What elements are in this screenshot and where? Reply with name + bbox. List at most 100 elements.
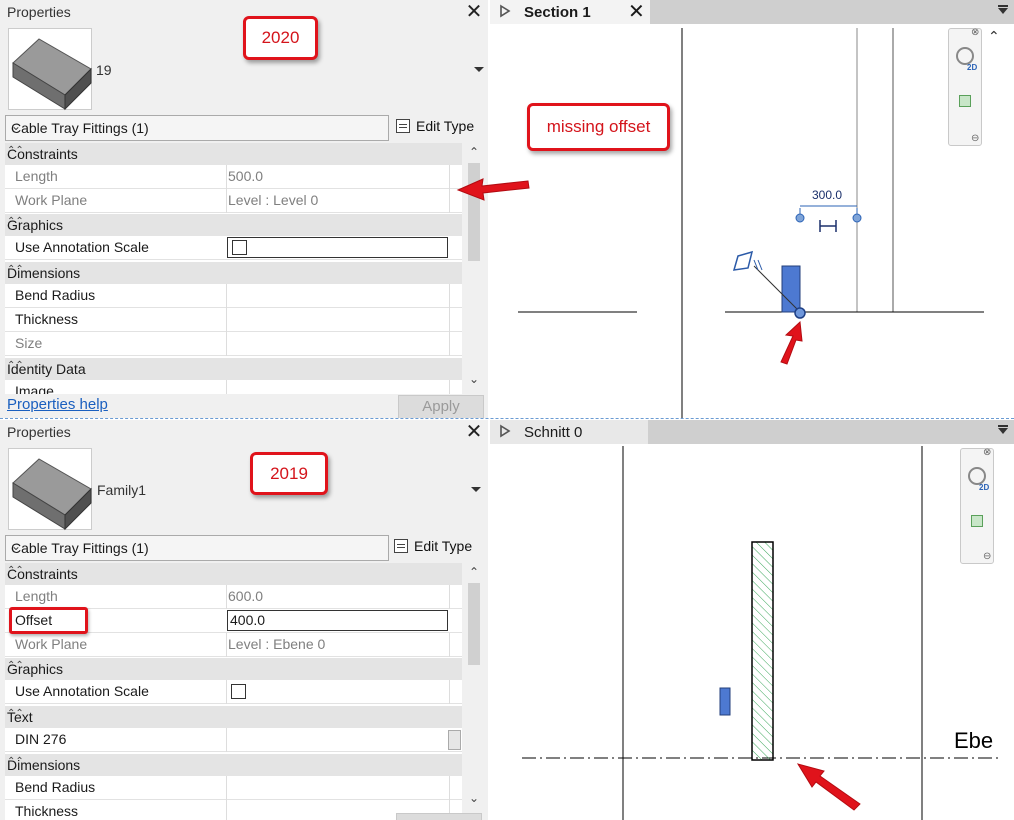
scroll-up-icon[interactable]: ⌃ [466, 145, 482, 159]
param-row-work-plane[interactable]: Work Plane Level : Ebene 0 [5, 633, 462, 657]
collapse-icon[interactable]: ⌃⌃ [7, 360, 458, 371]
version-callout-2020: 2020 [243, 16, 318, 60]
zoom-icon[interactable] [971, 515, 983, 527]
category-graphics[interactable]: Graphics ⌃⌃ [5, 658, 462, 680]
view-2d-label: 2D [979, 483, 990, 492]
view-scrollbar[interactable]: ⌃ [986, 28, 1000, 418]
chevron-down-icon[interactable] [474, 67, 484, 72]
close-icon[interactable]: ✕ [628, 0, 645, 24]
chevron-down-icon: ⌄ [11, 539, 22, 553]
scroll-thumb[interactable] [468, 583, 480, 665]
chevron-down-icon[interactable] [471, 487, 481, 492]
param-row-bend-radius[interactable]: Bend Radius [5, 284, 462, 308]
scroll-down-icon[interactable]: ⌄ [466, 372, 482, 386]
collapse-icon[interactable]: ⌃⌃ [7, 708, 458, 719]
param-row-size[interactable]: Size [5, 332, 462, 356]
properties-grid: Constraints ⌃⌃ Length 600.0 Offset 400.0… [5, 563, 462, 820]
tab-label: Section 1 [524, 4, 591, 21]
navigation-bar: ⊗ 2D ⊖ [960, 447, 994, 564]
dimension-value: 300.0 [812, 188, 843, 202]
section-view-icon [500, 4, 511, 18]
din-276-browse-button[interactable] [448, 730, 461, 750]
view-tab-bar: Schnitt 0 [490, 420, 1014, 444]
param-row-work-plane[interactable]: Work Plane Level : Level 0 [5, 189, 462, 213]
properties-scrollbar[interactable]: ⌃ ⌄ [466, 563, 482, 808]
param-label: Work Plane [15, 636, 88, 652]
param-label: Use Annotation Scale [15, 683, 149, 699]
param-row-thickness[interactable]: Thickness [5, 308, 462, 332]
param-label: Length [15, 168, 58, 184]
param-row-image[interactable]: Image [5, 380, 462, 394]
apply-button[interactable]: Apply [398, 395, 484, 418]
category-constraints[interactable]: Constraints ⌃⌃ [5, 143, 462, 165]
family-thumbnail [8, 448, 92, 531]
callout-text: missing offset [546, 117, 651, 136]
collapse-icon[interactable]: ⌃⌃ [7, 145, 458, 156]
param-row-thickness[interactable]: Thickness [5, 800, 462, 820]
tab-menu-icon[interactable] [998, 5, 1008, 14]
param-row-din-276[interactable]: DIN 276 [5, 728, 462, 752]
family-name: 19 [96, 62, 112, 78]
type-selector[interactable]: Cable Tray Fittings (1) ⌄ [5, 535, 389, 561]
version-callout-2019: 2019 [250, 452, 328, 495]
expand-icon[interactable]: ⊖ [983, 551, 991, 562]
missing-offset-arrow [456, 178, 530, 201]
properties-help-link[interactable]: Properties help [7, 396, 108, 413]
properties-panel-2020: Properties ✕ 19 Cable Tray Fittings (1) … [0, 0, 488, 418]
collapse-icon[interactable]: ⌃⌃ [7, 660, 458, 671]
type-selector[interactable]: Cable Tray Fittings (1) ⌄ [5, 115, 389, 141]
category-dimensions[interactable]: Dimensions ⌃⌃ [5, 754, 462, 776]
tab-schnitt-0[interactable]: Schnitt 0 [490, 420, 648, 444]
edit-type-label: Edit Type [414, 538, 473, 554]
collapse-icon[interactable]: ⌃⌃ [7, 756, 458, 767]
collapse-icon[interactable]: ⌃⌃ [7, 565, 458, 576]
param-label: Image [15, 383, 54, 394]
callout-text: 2020 [261, 28, 300, 47]
tab-section-1[interactable]: Section 1 ✕ [490, 0, 650, 24]
zoom-icon[interactable] [959, 95, 971, 107]
collapse-icon[interactable]: ⌃⌃ [7, 264, 458, 275]
schnitt-0-view[interactable]: Ebe ⊗ 2D ⊖ [490, 446, 1014, 820]
tab-menu-icon[interactable] [998, 425, 1008, 434]
param-label: Thickness [15, 803, 79, 819]
category-dimensions[interactable]: Dimensions ⌃⌃ [5, 262, 462, 284]
param-row-length[interactable]: Length 600.0 [5, 585, 462, 609]
param-label: DIN 276 [15, 731, 67, 747]
expand-icon[interactable]: ⊖ [971, 133, 979, 144]
close-icon[interactable]: ⊗ [983, 447, 991, 458]
category-text[interactable]: Text ⌃⌃ [5, 706, 462, 728]
schnitt-0-canvas [522, 446, 998, 820]
param-row-length[interactable]: Length 500.0 [5, 165, 462, 189]
collapse-icon[interactable]: ⌃⌃ [7, 216, 458, 227]
edit-type-button[interactable]: Edit Type [394, 538, 472, 554]
close-icon[interactable]: ✕ [465, 0, 483, 24]
annotation-scale-checkbox[interactable] [232, 240, 247, 255]
scroll-up-icon[interactable]: ⌃ [466, 565, 482, 579]
scroll-down-icon[interactable]: ⌄ [466, 791, 482, 805]
view-tab-bar: Section 1 ✕ [490, 0, 1014, 24]
category-constraints[interactable]: Constraints ⌃⌃ [5, 563, 462, 585]
view-2d-label: 2D [967, 63, 978, 72]
param-row-annotation-scale[interactable]: Use Annotation Scale [5, 680, 462, 704]
annotation-scale-checkbox[interactable] [231, 684, 246, 699]
section-1-view[interactable]: 300.0 ⊗ 2D ⊖ ⌃ [490, 24, 1014, 418]
param-row-bend-radius[interactable]: Bend Radius [5, 776, 462, 800]
apply-button[interactable] [396, 813, 482, 820]
param-value: Level : Level 0 [228, 192, 319, 208]
param-label: Size [15, 335, 43, 351]
edit-type-label: Edit Type [416, 118, 475, 134]
properties-title: Properties [7, 4, 71, 20]
properties-grid: Constraints ⌃⌃ Length 500.0 Work Plane L… [5, 143, 462, 394]
panel-divider [0, 418, 1014, 419]
callout-text: 2019 [270, 464, 308, 483]
close-icon[interactable]: ⊗ [971, 27, 979, 38]
param-row-annotation-scale[interactable]: Use Annotation Scale [5, 236, 462, 260]
category-identity-data[interactable]: Identity Data ⌃⌃ [5, 358, 462, 380]
param-label: Thickness [15, 311, 79, 327]
annotation-scale-cell [227, 237, 448, 258]
scroll-up-icon[interactable]: ⌃ [988, 28, 1000, 45]
edit-type-icon [396, 119, 410, 133]
close-icon[interactable]: ✕ [465, 420, 483, 444]
edit-type-button[interactable]: Edit Type [396, 118, 474, 134]
category-graphics[interactable]: Graphics ⌃⌃ [5, 214, 462, 236]
